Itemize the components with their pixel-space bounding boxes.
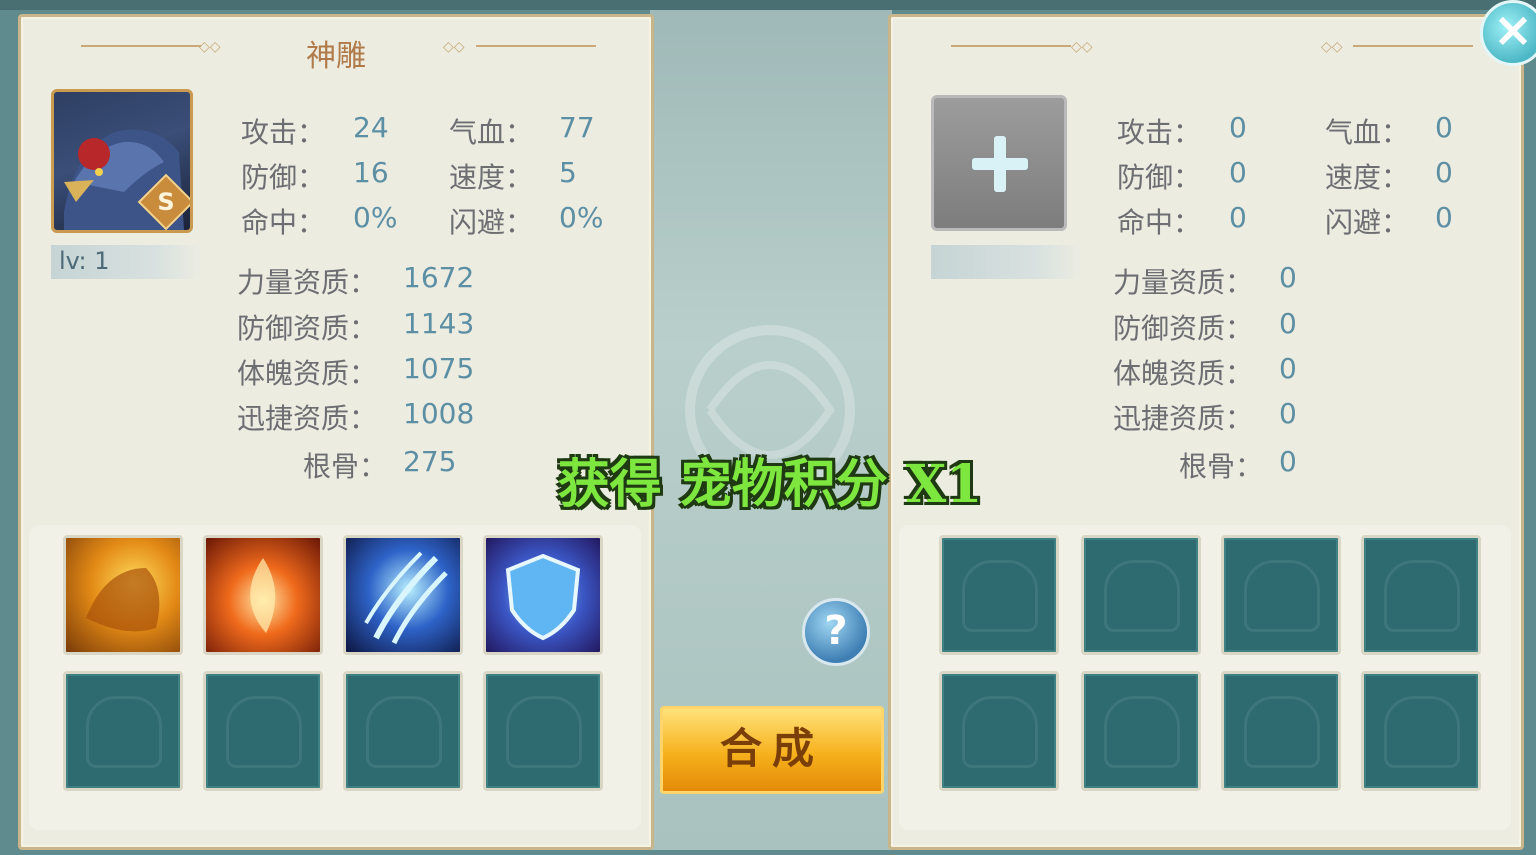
diamond-ornament-icon: ◇◇ (443, 39, 465, 55)
beast-silhouette-icon (1104, 696, 1180, 768)
beast-silhouette-icon (366, 696, 442, 768)
empty-skill-slot[interactable] (1221, 535, 1341, 655)
stat-label-dodge: 闪避： (449, 206, 534, 239)
stat-label-hp: 气血： (1325, 116, 1410, 149)
pet-portrait[interactable]: S (51, 89, 193, 233)
stat-value-defense: 16 (353, 156, 389, 189)
skill-grid (29, 525, 641, 830)
empty-skill-slot[interactable] (483, 671, 603, 791)
aptitude-value-strength: 0 (1279, 261, 1297, 294)
stat-value-speed: 0 (1435, 156, 1453, 189)
stat-value-hp: 77 (559, 111, 595, 144)
help-button[interactable]: ? (802, 598, 870, 666)
top-frame (0, 0, 1536, 10)
empty-skill-slot[interactable] (1361, 535, 1481, 655)
aptitude-value-physique: 0 (1279, 352, 1297, 385)
aptitude-value-agility: 0 (1279, 397, 1297, 430)
stat-value-hit: 0 (1229, 201, 1247, 234)
pet-level: lv: 1 (59, 247, 110, 275)
stat-value-dodge: 0% (559, 201, 604, 234)
stat-label-speed: 速度： (449, 161, 534, 194)
stat-label-defense: 防御： (241, 161, 326, 194)
empty-skill-slot[interactable] (343, 671, 463, 791)
stat-label-defense: 防御： (1117, 161, 1202, 194)
title-ornament-right (476, 45, 596, 47)
stat-label-attack: 攻击： (1117, 116, 1202, 149)
aptitude-label-defense: 防御资质： (1113, 312, 1254, 345)
aptitude-value-physique: 1075 (403, 352, 475, 385)
stat-label-hp: 气血： (449, 116, 534, 149)
beast-silhouette-icon (962, 696, 1038, 768)
beast-silhouette-icon (1244, 560, 1320, 632)
stat-label-hit: 命中： (1117, 206, 1202, 239)
empty-skill-slot[interactable] (63, 671, 183, 791)
stat-value-speed: 5 (559, 156, 577, 189)
aptitude-value-defense: 0 (1279, 307, 1297, 340)
pet-name: 神雕 (306, 39, 366, 74)
stat-value-hit: 0% (353, 201, 398, 234)
aptitude-value-strength: 1672 (403, 261, 475, 294)
shield-icon[interactable] (483, 535, 603, 655)
stat-value-defense: 0 (1229, 156, 1247, 189)
aptitude-label-agility: 迅捷资质： (237, 402, 378, 435)
title-ornament-right (1353, 45, 1473, 47)
aptitude-value-defense: 1143 (403, 307, 475, 340)
stat-label-speed: 速度： (1325, 161, 1410, 194)
claw-slash-icon[interactable] (343, 535, 463, 655)
empty-skill-slot[interactable] (939, 671, 1059, 791)
beast-silhouette-icon (962, 560, 1038, 632)
aptitude-label-strength: 力量资质： (237, 266, 378, 299)
beast-roar-icon[interactable] (63, 535, 183, 655)
stat-label-attack: 攻击： (241, 116, 326, 149)
empty-skill-slot[interactable] (1081, 671, 1201, 791)
aptitude-label-physique: 体魄资质： (1113, 357, 1254, 390)
reward-notice: 获得 宠物积分 X1 (557, 454, 983, 515)
left-pet-panel: ◇◇ ◇◇ 神雕 S lv: 1 攻击： 24 气血： 77 防御： 16 速度… (18, 14, 654, 850)
stat-value-attack: 0 (1229, 111, 1247, 144)
empty-skill-slot[interactable] (1221, 671, 1341, 791)
stat-label-dodge: 闪避： (1325, 206, 1410, 239)
aptitude-label-defense: 防御资质： (237, 312, 378, 345)
aptitude-label-bone: 根骨： (303, 450, 388, 483)
add-pet-button[interactable] (931, 95, 1067, 231)
diamond-ornament-icon: ◇◇ (1321, 39, 1343, 55)
empty-skill-slot[interactable] (1361, 671, 1481, 791)
phoenix-fire-icon[interactable] (203, 535, 323, 655)
right-pet-panel: ◇◇ ◇◇ 攻击： 0 气血： 0 防御： 0 速度： 0 命中： 0 闪避： … (888, 14, 1524, 850)
empty-skill-slot[interactable] (203, 671, 323, 791)
title-ornament-left (951, 45, 1071, 47)
skill-grid (899, 525, 1511, 830)
empty-skill-slot[interactable] (1081, 535, 1201, 655)
beast-silhouette-icon (506, 696, 582, 768)
beast-silhouette-icon (1244, 696, 1320, 768)
aptitude-label-strength: 力量资质： (1113, 266, 1254, 299)
aptitude-label-bone: 根骨： (1179, 450, 1264, 483)
stat-value-attack: 24 (353, 111, 389, 144)
aptitude-value-agility: 1008 (403, 397, 475, 430)
beast-silhouette-icon (1384, 560, 1460, 632)
beast-silhouette-icon (226, 696, 302, 768)
rank-label: S (157, 188, 175, 216)
aptitude-value-bone: 275 (403, 445, 457, 478)
stat-value-hp: 0 (1435, 111, 1453, 144)
aptitude-value-bone: 0 (1279, 445, 1297, 478)
stat-label-hit: 命中： (241, 206, 326, 239)
aptitude-label-agility: 迅捷资质： (1113, 402, 1254, 435)
stat-value-dodge: 0 (1435, 201, 1453, 234)
diamond-ornament-icon: ◇◇ (1071, 39, 1093, 55)
beast-silhouette-icon (86, 696, 162, 768)
empty-skill-slot[interactable] (939, 535, 1059, 655)
beast-silhouette-icon (1104, 560, 1180, 632)
title-ornament-left (81, 45, 201, 47)
aptitude-label-physique: 体魄资质： (237, 357, 378, 390)
compose-button[interactable]: 合成 (660, 706, 884, 794)
plus-icon-vertical (994, 136, 1006, 192)
beast-silhouette-icon (1384, 696, 1460, 768)
level-bar (931, 245, 1081, 279)
diamond-ornament-icon: ◇◇ (199, 39, 221, 55)
